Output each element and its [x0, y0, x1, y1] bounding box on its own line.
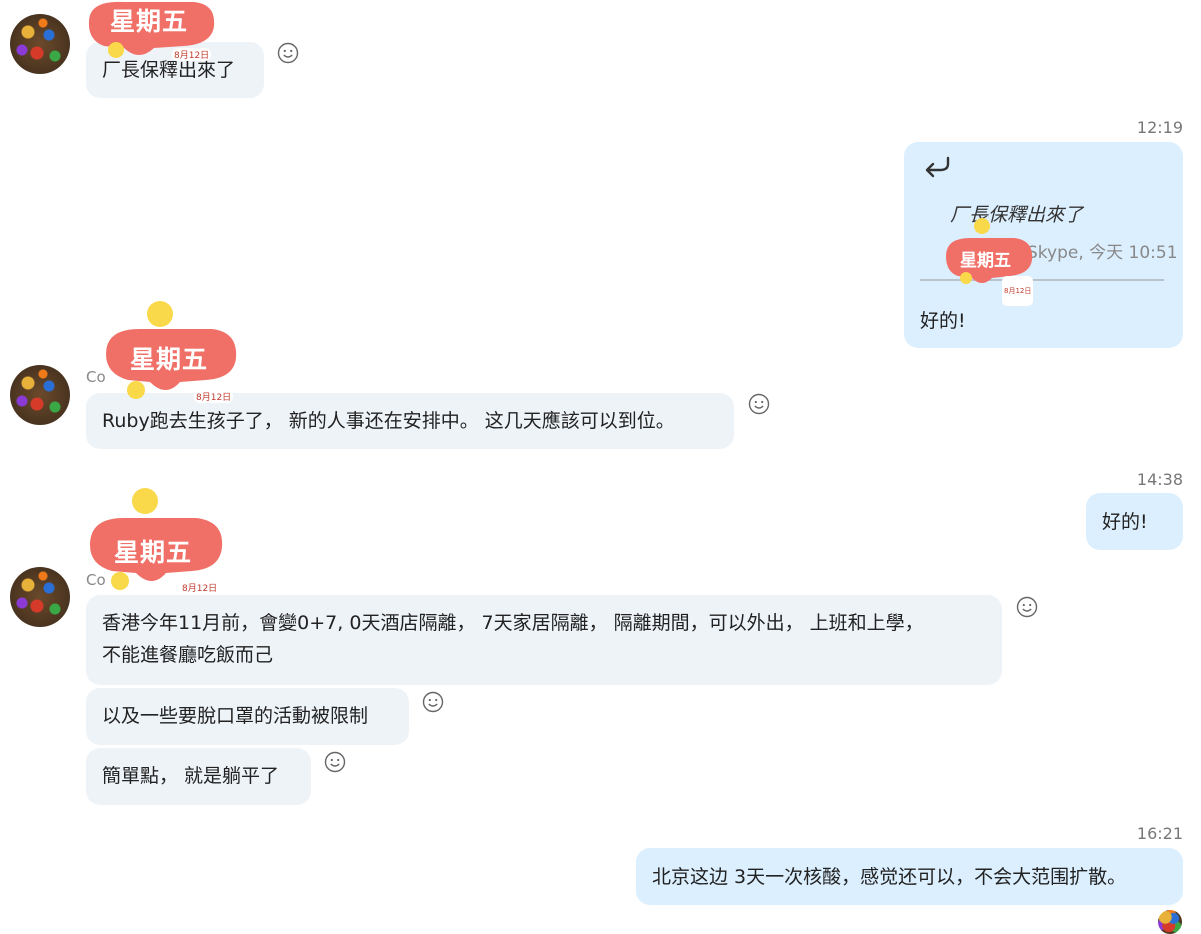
friday-sticker: 星期五 8月12日: [86, 485, 228, 597]
sticker-date-label: 8月12日: [180, 581, 220, 594]
timestamp: 16:21: [1136, 824, 1183, 843]
message-text-line-2: 不能進餐廳吃飯而己: [102, 644, 274, 666]
smiley-reaction-icon[interactable]: [748, 393, 770, 415]
message-bubble[interactable]: 香港今年11月前，會變0+7, 0天酒店隔離， 7天家居隔離， 隔離期間，可以外…: [86, 595, 1002, 685]
message-bubble[interactable]: 簡單點， 就是躺平了: [86, 748, 311, 805]
sticker-day-label: 星期五: [960, 251, 1011, 271]
avatar[interactable]: [10, 365, 70, 425]
message-text: Ruby跑去生孩子了， 新的人事还在安排中。 这几天應該可以到位。: [102, 410, 675, 432]
sticker-day-label: 星期五: [130, 345, 209, 374]
message-text: 好的!: [920, 310, 966, 332]
sticker-day-label: 星期五: [114, 538, 193, 567]
reply-message-bubble[interactable]: 厂長保釋出來了 Skype, 今天 10:51 好的! 星期五 8月12日: [904, 142, 1183, 348]
sticker-date-label: 8月12日: [194, 390, 234, 403]
timestamp: 14:38: [1136, 470, 1183, 489]
sticker-day-label: 星期五: [110, 7, 189, 36]
message-text: 簡單點， 就是躺平了: [102, 765, 280, 787]
smiley-reaction-icon[interactable]: [277, 42, 299, 64]
avatar[interactable]: [1158, 910, 1182, 934]
message-text: 以及一些要脫口罩的活動被限制: [102, 705, 369, 727]
friday-sticker: 星期五 8月12日: [84, 0, 219, 64]
smiley-reaction-icon[interactable]: [1016, 596, 1038, 618]
quoted-message-meta: Skype, 今天 10:51: [1027, 243, 1178, 263]
smiley-reaction-icon[interactable]: [324, 751, 346, 773]
message-bubble[interactable]: 好的!: [1086, 493, 1183, 550]
friday-sticker: 星期五 8月12日: [102, 298, 242, 406]
message-bubble[interactable]: 北京这边 3天一次核酸，感觉还可以，不会大范围扩散。: [636, 848, 1183, 905]
reply-arrow-icon: [922, 154, 954, 186]
message-text: 好的!: [1102, 511, 1148, 533]
friday-sticker: 星期五 8月12日: [944, 216, 1036, 306]
message-bubble[interactable]: 以及一些要脫口罩的活動被限制: [86, 688, 409, 745]
message-text-line-1: 香港今年11月前，會變0+7, 0天酒店隔離， 7天家居隔離， 隔離期間，可以外…: [102, 612, 924, 634]
avatar[interactable]: [10, 14, 70, 74]
message-text: 北京这边 3天一次核酸，感觉还可以，不会大范围扩散。: [652, 866, 1127, 888]
sticker-date-label: 8月12日: [172, 48, 212, 61]
avatar[interactable]: [10, 567, 70, 627]
smiley-reaction-icon[interactable]: [422, 691, 444, 713]
sticker-date-label: 8月12日: [1002, 276, 1034, 306]
timestamp: 12:19: [1136, 118, 1183, 137]
